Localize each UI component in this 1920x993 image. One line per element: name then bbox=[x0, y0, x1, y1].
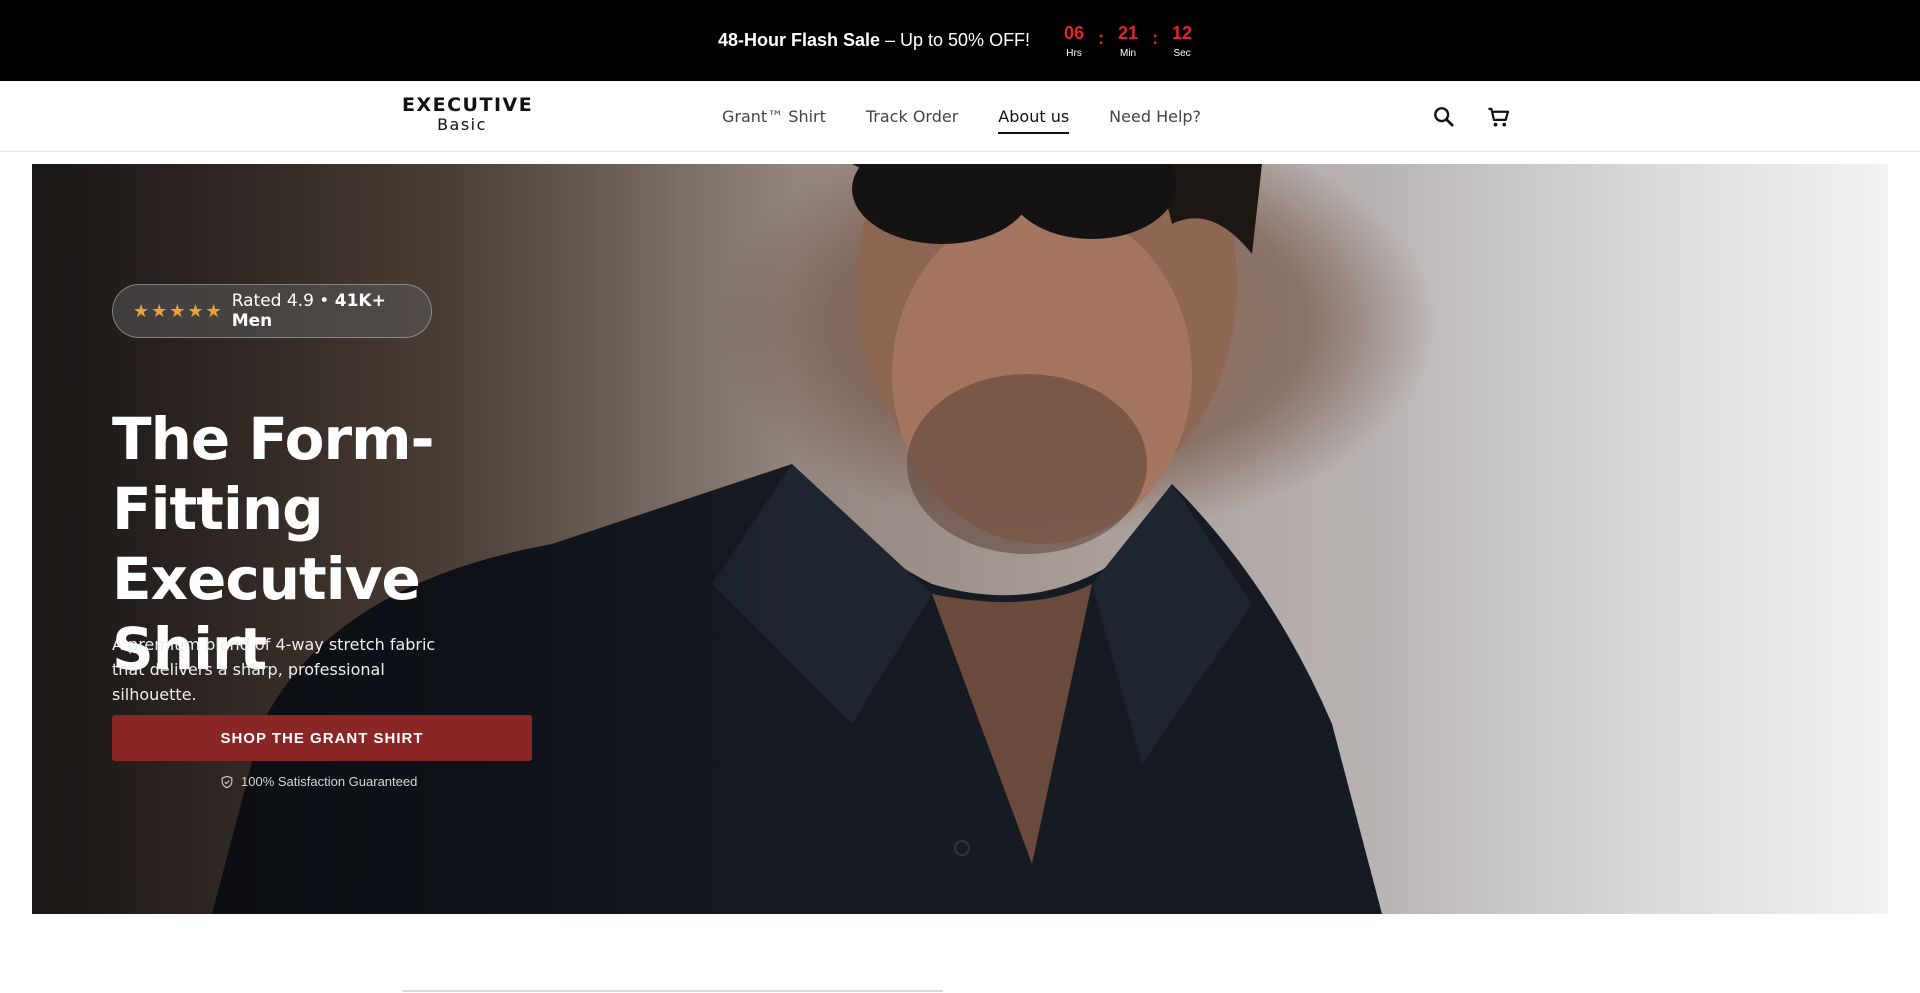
nav-item-need-help[interactable]: Need Help? bbox=[1109, 101, 1201, 132]
countdown-hours-label: Hrs bbox=[1066, 48, 1082, 59]
countdown-seconds-label: Sec bbox=[1173, 48, 1191, 59]
countdown-minutes-label: Min bbox=[1120, 48, 1137, 59]
nav-item-about-us[interactable]: About us bbox=[998, 101, 1069, 134]
countdown-seconds-value: 12 bbox=[1172, 23, 1193, 43]
hero-subtitle: A premium blend of 4-way stretch fabric … bbox=[112, 635, 436, 704]
rating-badge: ★★★★★ Rated 4.9 • 41K+ Men bbox=[112, 284, 432, 338]
guarantee-text: 100% Satisfaction Guaranteed bbox=[241, 774, 418, 789]
star-rating-icon: ★★★★★ bbox=[133, 300, 224, 322]
rating-prefix: Rated 4.9 • bbox=[231, 291, 335, 311]
logo-bottom-text: Basic bbox=[437, 115, 487, 134]
hero-banner: ★★★★★ Rated 4.9 • 41K+ Men The Form-Fitt… bbox=[32, 164, 1888, 914]
logo-top-text: EXECUTIVE bbox=[402, 94, 534, 116]
countdown-separator: : bbox=[1098, 28, 1105, 48]
announcement-bold: 48-Hour Flash Sale bbox=[717, 30, 880, 50]
nav-item-grant-shirt[interactable]: Grant™ Shirt bbox=[722, 101, 826, 132]
announcement-text: 48-Hour Flash Sale – Up to 50% OFF! bbox=[718, 30, 1030, 51]
countdown-minutes-value: 21 bbox=[1118, 23, 1139, 43]
countdown-minutes: 21 Min bbox=[1108, 22, 1148, 59]
nav-item-track-order[interactable]: Track Order bbox=[866, 101, 958, 132]
shop-grant-shirt-button[interactable]: SHOP THE GRANT SHIRT bbox=[112, 715, 532, 761]
search-icon[interactable] bbox=[1430, 103, 1458, 131]
countdown-separator: : bbox=[1152, 28, 1159, 48]
announcement-rest: – Up to 50% OFF! bbox=[880, 30, 1031, 50]
countdown-seconds: 12 Sec bbox=[1162, 22, 1202, 59]
countdown-hours-value: 06 bbox=[1064, 23, 1085, 43]
cart-icon[interactable] bbox=[1485, 103, 1513, 131]
announcement-bar: 48-Hour Flash Sale – Up to 50% OFF! 06 H… bbox=[0, 0, 1920, 81]
logo[interactable]: EXECUTIVE Basic bbox=[402, 94, 534, 135]
site-header: EXECUTIVE Basic Grant™ Shirt Track Order… bbox=[0, 81, 1920, 152]
section-divider bbox=[402, 990, 943, 992]
countdown-hours: 06 Hrs bbox=[1054, 22, 1094, 59]
countdown-timer: 06 Hrs : 21 Min : 12 Sec bbox=[1054, 22, 1202, 59]
satisfaction-guarantee: 100% Satisfaction Guaranteed bbox=[220, 774, 417, 789]
shield-check-icon bbox=[221, 775, 233, 788]
rating-text: Rated 4.9 • 41K+ Men bbox=[232, 291, 431, 331]
main-nav: Grant™ Shirt Track Order About us Need H… bbox=[722, 81, 1241, 152]
